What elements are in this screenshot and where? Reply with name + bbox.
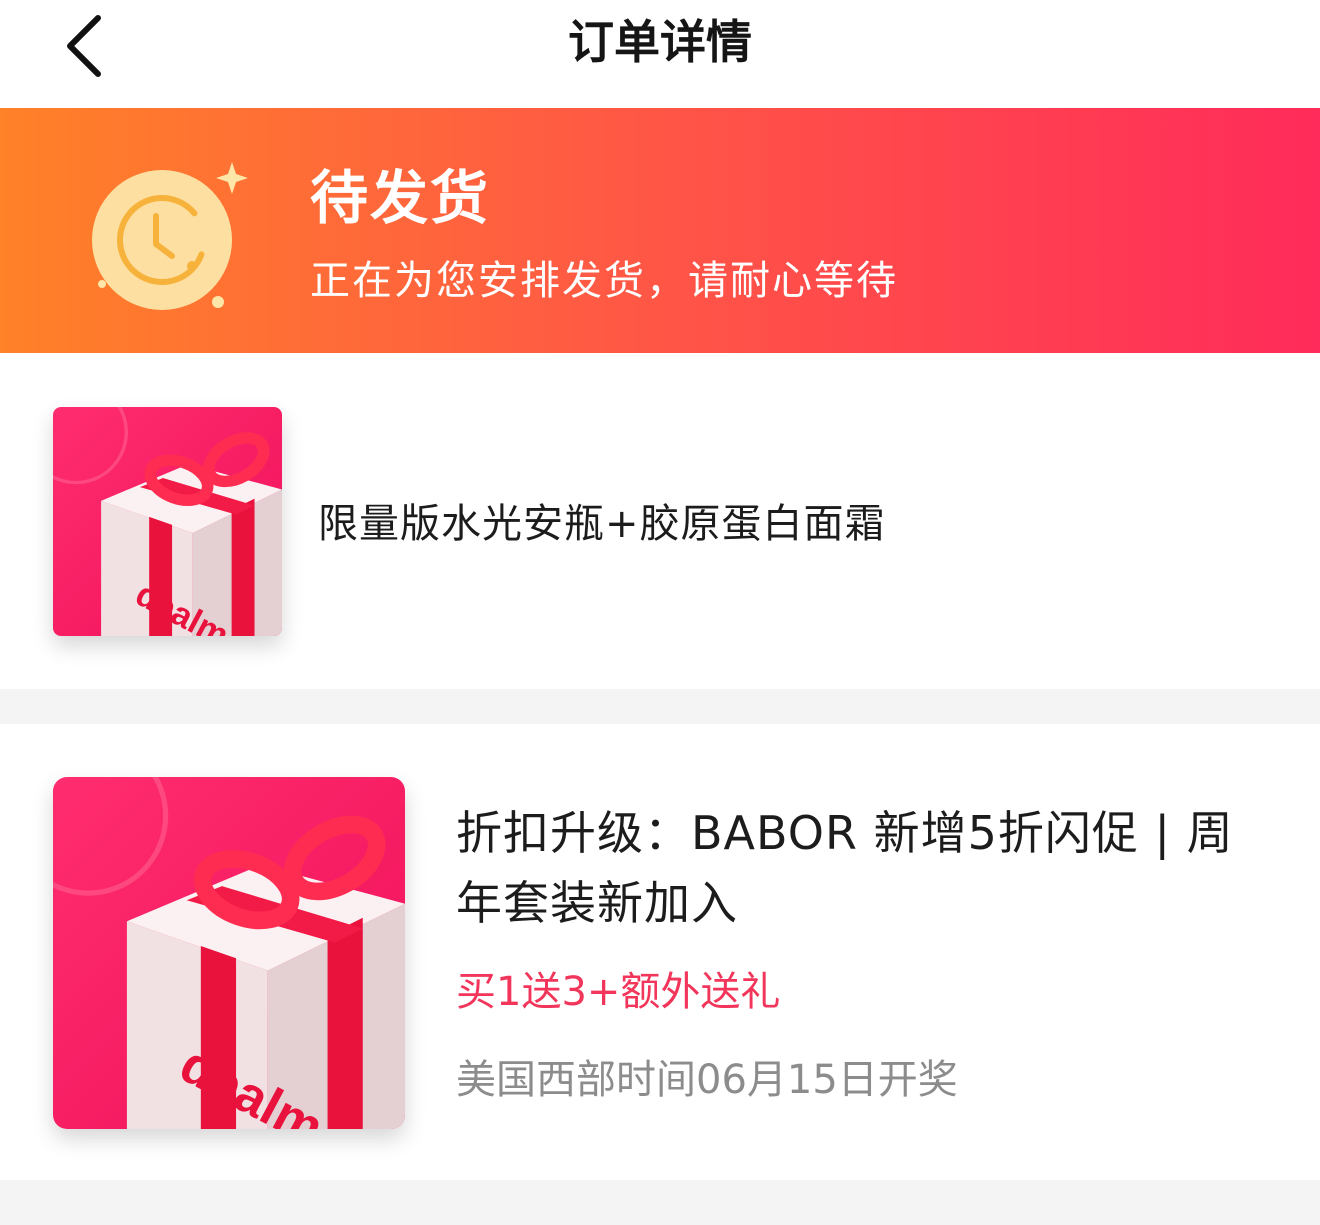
order-item[interactable]: dealmoo 限量版水光安瓶+胶原蛋白面霜 [0,353,1320,689]
clock-icon [92,162,248,310]
product-name: 限量版水光安瓶+胶原蛋白面霜 [318,501,886,547]
product-name: 折扣升级：BABOR 新增5折闪促 | 周年套装新加入 [456,806,1234,930]
gift-box-icon: dealmoo [53,407,282,636]
gift-box-icon: dealmoo [53,777,405,1129]
status-banner: 待发货 正在为您安排发货，请耐心等待 [0,108,1320,353]
nav-bar: 订单详情 [0,0,1320,108]
status-subtitle: 正在为您安排发货，请耐心等待 [310,258,898,304]
status-title: 待发货 [310,164,491,232]
product-thumbnail: dealmoo [53,407,282,636]
draw-time-label: 美国西部时间06月15日开奖 [456,1057,958,1103]
product-thumbnail: dealmoo [53,777,405,1129]
promo-label: 买1送3+额外送礼 [456,969,781,1015]
page-title: 订单详情 [568,15,752,69]
order-item[interactable]: dealmoo 折扣升级：BABOR 新增5折闪促 | 周年套装新加入 买1送3… [0,724,1320,1180]
